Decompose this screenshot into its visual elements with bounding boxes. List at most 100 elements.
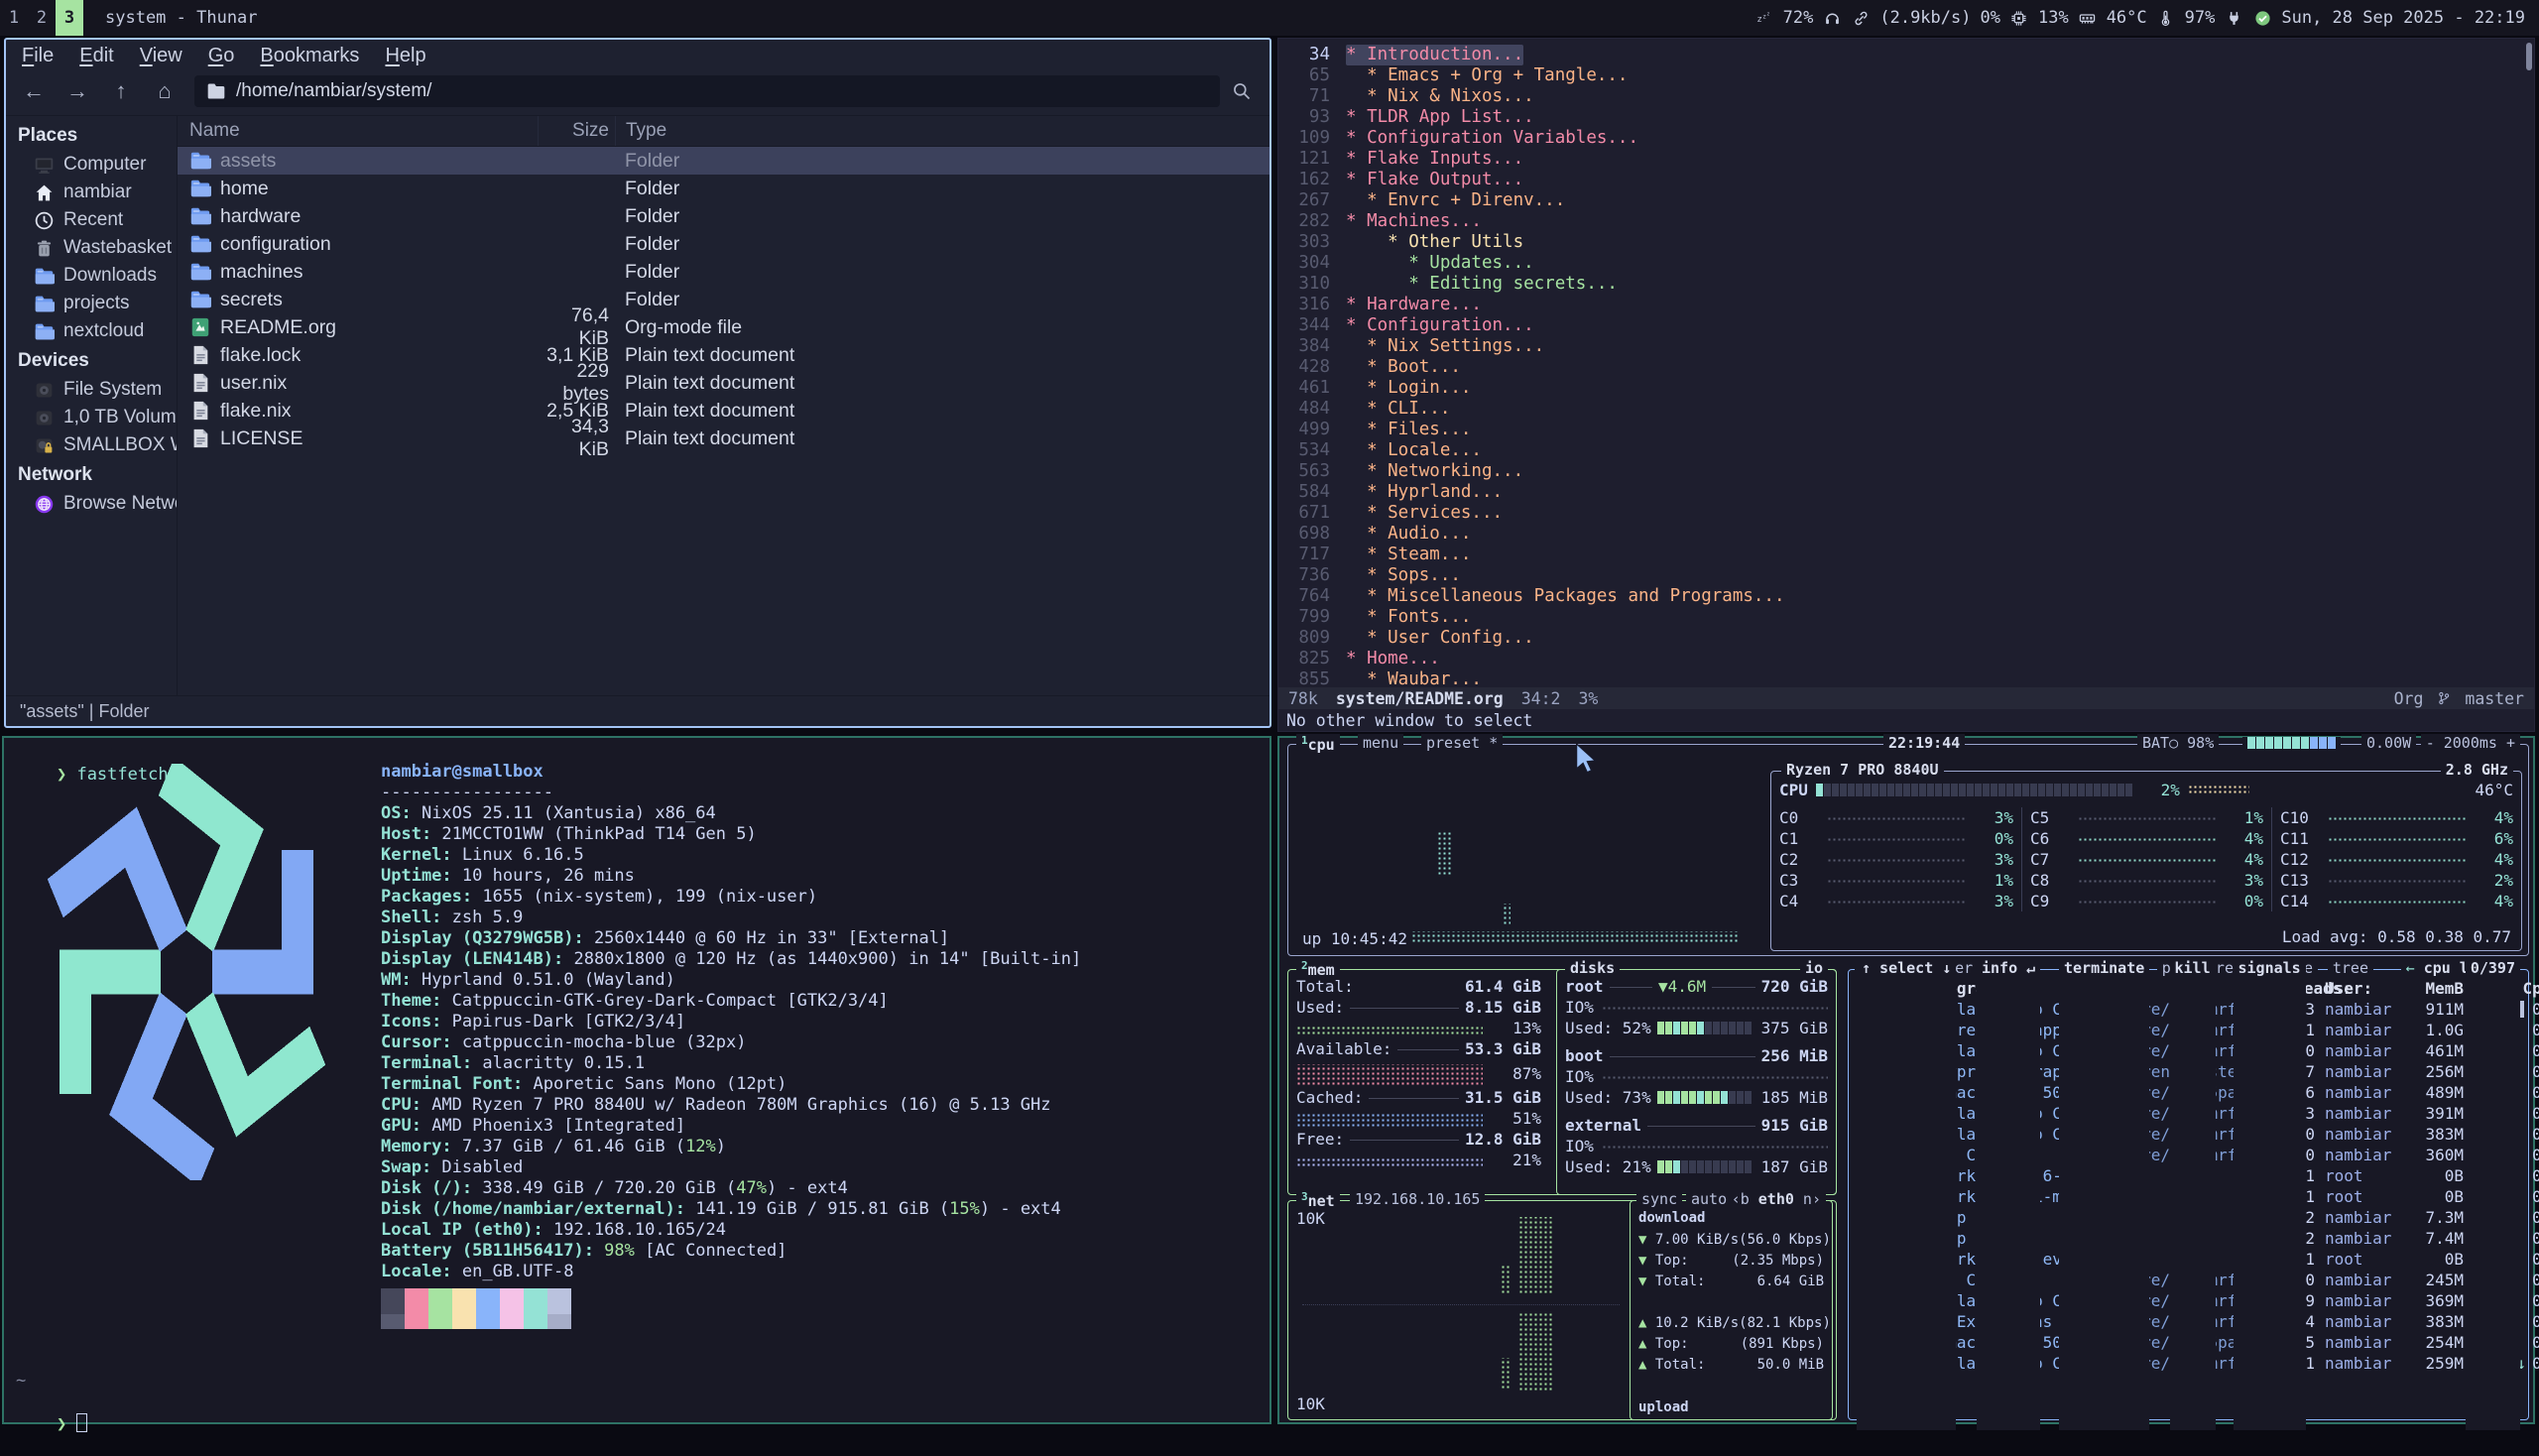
org-heading-line[interactable]: 303 * Other Utils xyxy=(1278,232,2534,253)
menu-go[interactable]: Go xyxy=(198,43,245,69)
preset-button[interactable]: preset * xyxy=(1421,734,1503,752)
file-row-user.nix[interactable]: user.nix229 bytesPlain text document xyxy=(178,369,1270,397)
column-header-type[interactable]: Type xyxy=(615,116,1270,146)
tray-thermometer-icon[interactable] xyxy=(2156,8,2176,28)
org-heading-line[interactable]: 484 * CLI... xyxy=(1278,399,2534,420)
workspace-2[interactable]: 2 xyxy=(28,0,56,36)
header-user[interactable]: User: xyxy=(2325,978,2412,999)
file-row-configuration[interactable]: configurationFolder xyxy=(178,230,1270,258)
io-mode-button[interactable]: io xyxy=(1800,959,1828,977)
shell-prompt[interactable]: ❯ xyxy=(16,1393,87,1456)
org-heading-line[interactable]: 282* Machines... xyxy=(1278,211,2534,232)
sidebar-item-file-system[interactable]: File System xyxy=(6,376,177,404)
org-heading-line[interactable]: 344* Configuration... xyxy=(1278,315,2534,336)
header-cpu[interactable]: Cpu% xyxy=(2521,978,2539,999)
proc-footer-signals[interactable]: signals xyxy=(2234,959,2306,1430)
file-row-home[interactable]: homeFolder xyxy=(178,175,1270,202)
tray-headphones-icon[interactable] xyxy=(1822,8,1842,28)
org-heading-line[interactable]: 267 * Envrc + Direnv... xyxy=(1278,190,2534,211)
column-header-size[interactable]: Size xyxy=(538,116,615,146)
org-heading-line[interactable]: 736 * Sops... xyxy=(1278,565,2534,586)
sidebar-item-smallbox-wi-[interactable]: SMALLBOX Wi... xyxy=(6,431,177,459)
tray-check-icon[interactable] xyxy=(2252,8,2272,28)
header-mem[interactable]: MemB xyxy=(2412,978,2464,999)
search-button[interactable] xyxy=(1224,75,1260,107)
menu-file[interactable]: File xyxy=(12,43,63,69)
org-heading-line[interactable]: 304 * Updates... xyxy=(1278,253,2534,274)
tray-cpu-icon[interactable] xyxy=(2009,8,2029,28)
org-heading-line[interactable]: 764 * Miscellaneous Packages and Program… xyxy=(1278,586,2534,607)
org-heading-line[interactable]: 162* Flake Output... xyxy=(1278,170,2534,190)
org-heading-line[interactable]: 316* Hardware... xyxy=(1278,295,2534,315)
file-row-LICENSE[interactable]: LICENSE34,3 KiBPlain text document xyxy=(178,425,1270,452)
org-heading-line[interactable]: 799 * Fonts... xyxy=(1278,607,2534,628)
file-row-hardware[interactable]: hardwareFolder xyxy=(178,202,1270,230)
forward-button[interactable]: → xyxy=(58,75,97,107)
column-header-name[interactable]: Name xyxy=(178,120,538,142)
org-heading-line[interactable]: 65 * Emacs + Org + Tangle... xyxy=(1278,65,2534,86)
sidebar-item-computer[interactable]: Computer xyxy=(6,151,177,179)
line-number: 71 xyxy=(1278,86,1346,107)
sidebar-item-nextcloud[interactable]: nextcloud xyxy=(6,317,177,345)
proc-footer-info[interactable]: info ↵ xyxy=(1977,959,2040,1430)
org-heading-line[interactable]: 93* TLDR App List... xyxy=(1278,107,2534,128)
menu-help[interactable]: Help xyxy=(375,43,435,69)
workspace-3[interactable]: 3 xyxy=(56,0,83,36)
tree-button[interactable]: tree xyxy=(2328,959,2373,977)
net-sync-button[interactable]: sync xyxy=(1636,1190,1682,1208)
sidebar-item-projects[interactable]: projects xyxy=(6,290,177,317)
tray-ram-icon[interactable] xyxy=(2078,8,2098,28)
file-row-secrets[interactable]: secretsFolder xyxy=(178,286,1270,313)
org-heading-line[interactable]: 384 * Nix Settings... xyxy=(1278,336,2534,357)
sidebar-item-1-0-tb-volume[interactable]: 1,0 TB Volume xyxy=(6,404,177,431)
net-auto-button[interactable]: auto xyxy=(1686,1190,1732,1208)
org-heading-line[interactable]: 584 * Hyprland... xyxy=(1278,482,2534,503)
org-heading-line[interactable]: 310 * Editing secrets... xyxy=(1278,274,2534,295)
org-heading-line[interactable]: 109* Configuration Variables... xyxy=(1278,128,2534,149)
tray-plug-icon[interactable] xyxy=(2224,8,2243,28)
menu-edit[interactable]: Edit xyxy=(69,43,123,69)
file-row-README.org[interactable]: README.org76,4 KiBOrg-mode file xyxy=(178,313,1270,341)
org-heading-line[interactable]: 563 * Networking... xyxy=(1278,461,2534,482)
proc-footer-terminate[interactable]: terminate xyxy=(2059,959,2149,1430)
home-button[interactable]: ⌂ xyxy=(145,75,184,107)
org-heading-line[interactable]: 825* Home... xyxy=(1278,649,2534,669)
org-heading-line[interactable]: 499 * Files... xyxy=(1278,420,2534,440)
sidebar-item-browse-network[interactable]: Browse Network xyxy=(6,490,177,518)
up-button[interactable]: ↑ xyxy=(101,75,141,107)
org-heading-line[interactable]: 428 * Boot... xyxy=(1278,357,2534,378)
org-heading-line[interactable]: 717 * Steam... xyxy=(1278,545,2534,565)
org-heading-line[interactable]: 698 * Audio... xyxy=(1278,524,2534,545)
sidebar-item-recent[interactable]: Recent xyxy=(6,206,177,234)
org-heading-line[interactable]: 461 * Login... xyxy=(1278,378,2534,399)
sidebar-item-wastebasket[interactable]: Wastebasket xyxy=(6,234,177,262)
org-heading-line[interactable]: 34* Introduction... xyxy=(1278,45,2534,65)
proc-footer-select[interactable]: ↑ select ↓ xyxy=(1857,959,1956,1430)
sidebar-item-nambiar[interactable]: nambiar xyxy=(6,179,177,206)
menu-bookmarks[interactable]: Bookmarks xyxy=(250,43,369,69)
menu-view[interactable]: View xyxy=(130,43,192,69)
scrollbar-thumb[interactable] xyxy=(2526,43,2532,70)
file-row-assets[interactable]: assetsFolder xyxy=(178,147,1270,175)
folder-icon xyxy=(189,178,211,199)
tray-sleep-icon[interactable]: zzz xyxy=(1754,8,1774,28)
file-row-machines[interactable]: machinesFolder xyxy=(178,258,1270,286)
file-row-flake.lock[interactable]: flake.lock3,1 KiBPlain text document xyxy=(178,341,1270,369)
tray-link-icon[interactable] xyxy=(1851,8,1871,28)
back-button[interactable]: ← xyxy=(14,75,54,107)
org-heading-line[interactable]: 671 * Services... xyxy=(1278,503,2534,524)
proc-footer-kill[interactable]: kill xyxy=(2170,959,2216,1430)
org-heading-line[interactable]: 121* Flake Inputs... xyxy=(1278,149,2534,170)
org-heading-line[interactable]: 809 * User Config... xyxy=(1278,628,2534,649)
org-heading-line[interactable]: 534 * Locale... xyxy=(1278,440,2534,461)
path-bar[interactable]: /home/nambiar/system/ xyxy=(194,75,1220,107)
file-row-flake.nix[interactable]: flake.nix2,5 KiBPlain text document xyxy=(178,397,1270,425)
org-heading-line[interactable]: 71 * Nix & Nixos... xyxy=(1278,86,2534,107)
sidebar-item-downloads[interactable]: Downloads xyxy=(6,262,177,290)
file-name: assets xyxy=(220,150,276,173)
update-interval-control[interactable]: - 2000ms + xyxy=(2421,734,2520,752)
net-interface-switch[interactable]: ‹b eth0 n› xyxy=(1727,1190,1826,1208)
sidebar-item-label: Recent xyxy=(63,209,123,231)
menu-button[interactable]: menu xyxy=(1358,734,1403,752)
workspace-1[interactable]: 1 xyxy=(0,0,28,36)
